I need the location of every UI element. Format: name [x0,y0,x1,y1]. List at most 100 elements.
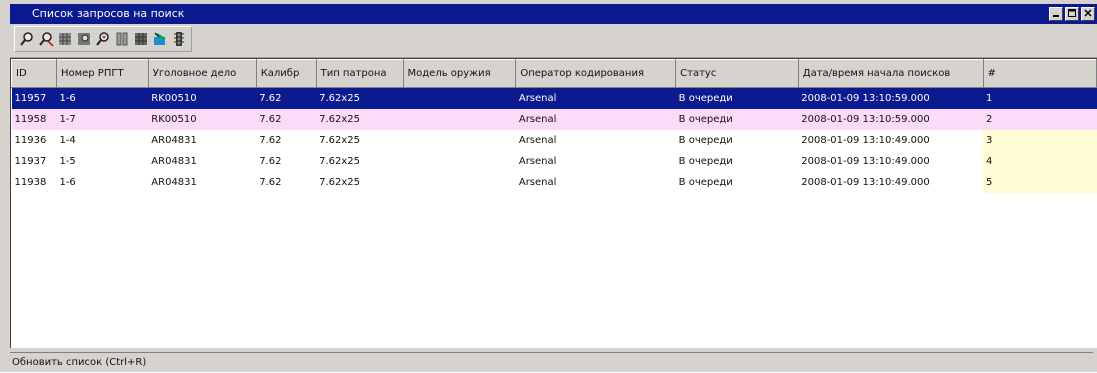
cell-coding-operator: Arsenal [518,177,557,188]
column-header-rpgt-number[interactable]: Номер РПГТ [55,59,149,88]
cell-id: 11937 [14,156,47,167]
cell-coding-operator: Arsenal [518,156,557,167]
cell-weapon-model [403,109,516,130]
export-button[interactable] [152,31,168,47]
cell-id: 11957 [11,87,57,109]
cell-coding-operator: Arsenal [515,109,676,130]
cell-weapon-model [403,172,516,193]
requests-table-container[interactable]: ID Номер РПГТ Уголовное дело Калибр Тип … [10,58,1097,348]
column-header-coding-operator[interactable]: Оператор кодирования [515,59,677,88]
cell-cartridge-type: 7.62x25 [319,156,361,167]
grid-icon [59,33,71,45]
column-header-number[interactable]: # [982,59,1097,88]
grid-search-button[interactable] [76,31,92,47]
table-row[interactable]: 11937 1-5 AR04831 7.62 7.62x25 Arsenal В… [12,151,1097,172]
request-list-window: Список запросов на поиск ID Номер РПГТ У… [0,0,1097,372]
cell-cartridge-type: 7.62x25 [319,135,361,146]
cell-rpgt-number: 1-5 [59,156,76,167]
column-header-id[interactable]: ID [11,59,57,88]
column-header-search-start[interactable]: Дата/время начала поисков [797,59,984,88]
cell-status: В очереди [675,109,799,130]
columns-button[interactable] [114,31,130,47]
column-header-cartridge-type[interactable]: Тип патрона [315,59,404,88]
cell-cartridge-type: 7.62x25 [316,109,403,130]
window-controls [1049,7,1095,21]
cell-number: 4 [983,151,1097,172]
cell-caliber: 7.62 [259,177,282,188]
table-row[interactable]: 11958 1-7 RK00510 7.62 7.62x25 Arsenal В… [11,109,1097,130]
cell-number: 2 [983,109,1097,130]
title-bar[interactable]: Список запросов на поиск [10,4,1097,24]
column-header-caliber[interactable]: Калибр [255,59,317,88]
cell-cartridge-type: 7.62x25 [316,87,403,109]
cell-rpgt-number: 1-6 [59,177,76,188]
cell-caliber: 7.62 [259,156,282,167]
cell-rpgt-number: 1-4 [59,135,76,146]
columns-icon [116,32,128,46]
cell-coding-operator: Arsenal [518,135,557,146]
export-icon [154,32,166,45]
cell-coding-operator: Arsenal [515,87,676,109]
cell-search-start: 2008-01-09 13:10:49.000 [801,156,930,167]
cell-weapon-model [403,130,516,151]
minimize-button[interactable] [1049,7,1063,21]
cell-criminal-case: AR04831 [151,177,197,188]
cell-caliber: 7.62 [256,109,317,130]
cell-status: В очереди [675,87,799,109]
cell-search-start: 2008-01-09 13:10:49.000 [801,177,930,188]
window-title: Список запросов на поиск [32,7,185,20]
cell-criminal-case: AR04831 [151,135,197,146]
cell-number: 3 [983,130,1097,151]
status-text: Обновить список (Ctrl+R) [12,357,147,368]
search-button[interactable] [19,31,35,47]
minimize-icon [1053,15,1059,17]
grid-dark-button[interactable] [133,31,149,47]
column-header-status[interactable]: Статус [675,59,799,88]
cell-criminal-case: AR04831 [151,156,197,167]
status-bar: Обновить список (Ctrl+R) [10,352,1093,372]
cell-id: 11958 [11,109,57,130]
search-edit-button[interactable] [38,31,54,47]
table-row[interactable]: 11938 1-6 AR04831 7.62 7.62x25 Arsenal В… [12,172,1097,193]
column-header-weapon-model[interactable]: Модель оружия [402,59,517,88]
maximize-icon [1068,9,1076,17]
grid-dark-icon [135,33,147,45]
cell-rpgt-number: 1-6 [56,87,149,109]
cell-id: 11936 [14,135,47,146]
table-header-row: ID Номер РПГТ Уголовное дело Калибр Тип … [11,59,1097,88]
search-icon [20,32,33,46]
search-person-button[interactable] [95,31,111,47]
requests-table: ID Номер РПГТ Уголовное дело Калибр Тип … [11,59,1097,193]
table-row[interactable]: 11936 1-4 AR04831 7.62 7.62x25 Arsenal В… [12,130,1097,151]
close-icon [1084,9,1092,17]
maximize-button[interactable] [1065,7,1079,21]
cell-criminal-case: RK00510 [148,109,257,130]
toolbar [10,24,1097,58]
cell-status: В очереди [678,177,733,188]
cell-search-start: 2008-01-09 13:10:59.000 [798,109,984,130]
cell-weapon-model [403,151,516,172]
cell-search-start: 2008-01-09 13:10:59.000 [798,87,984,109]
search-edit-icon [39,32,54,47]
cell-number: 1 [983,87,1097,109]
search-person-icon [96,32,109,46]
grid-button[interactable] [57,31,73,47]
close-button[interactable] [1081,7,1095,21]
table-row[interactable]: 11957 1-6 RK00510 7.62 7.62x25 Arsenal В… [11,87,1097,109]
traffic-light-button[interactable] [171,31,187,47]
cell-number: 5 [983,172,1097,193]
cell-status: В очереди [678,156,733,167]
cell-search-start: 2008-01-09 13:10:49.000 [801,135,930,146]
cell-rpgt-number: 1-7 [56,109,149,130]
cell-criminal-case: RK00510 [148,87,257,109]
traffic-light-icon [174,32,184,46]
cell-caliber: 7.62 [256,87,317,109]
grid-search-icon [78,33,90,45]
cell-id: 11938 [14,177,47,188]
toolbar-button-group [14,26,192,52]
column-header-criminal-case[interactable]: Уголовное дело [147,59,257,88]
cell-caliber: 7.62 [259,135,282,146]
cell-cartridge-type: 7.62x25 [319,177,361,188]
cell-weapon-model [403,87,516,109]
cell-status: В очереди [678,135,733,146]
